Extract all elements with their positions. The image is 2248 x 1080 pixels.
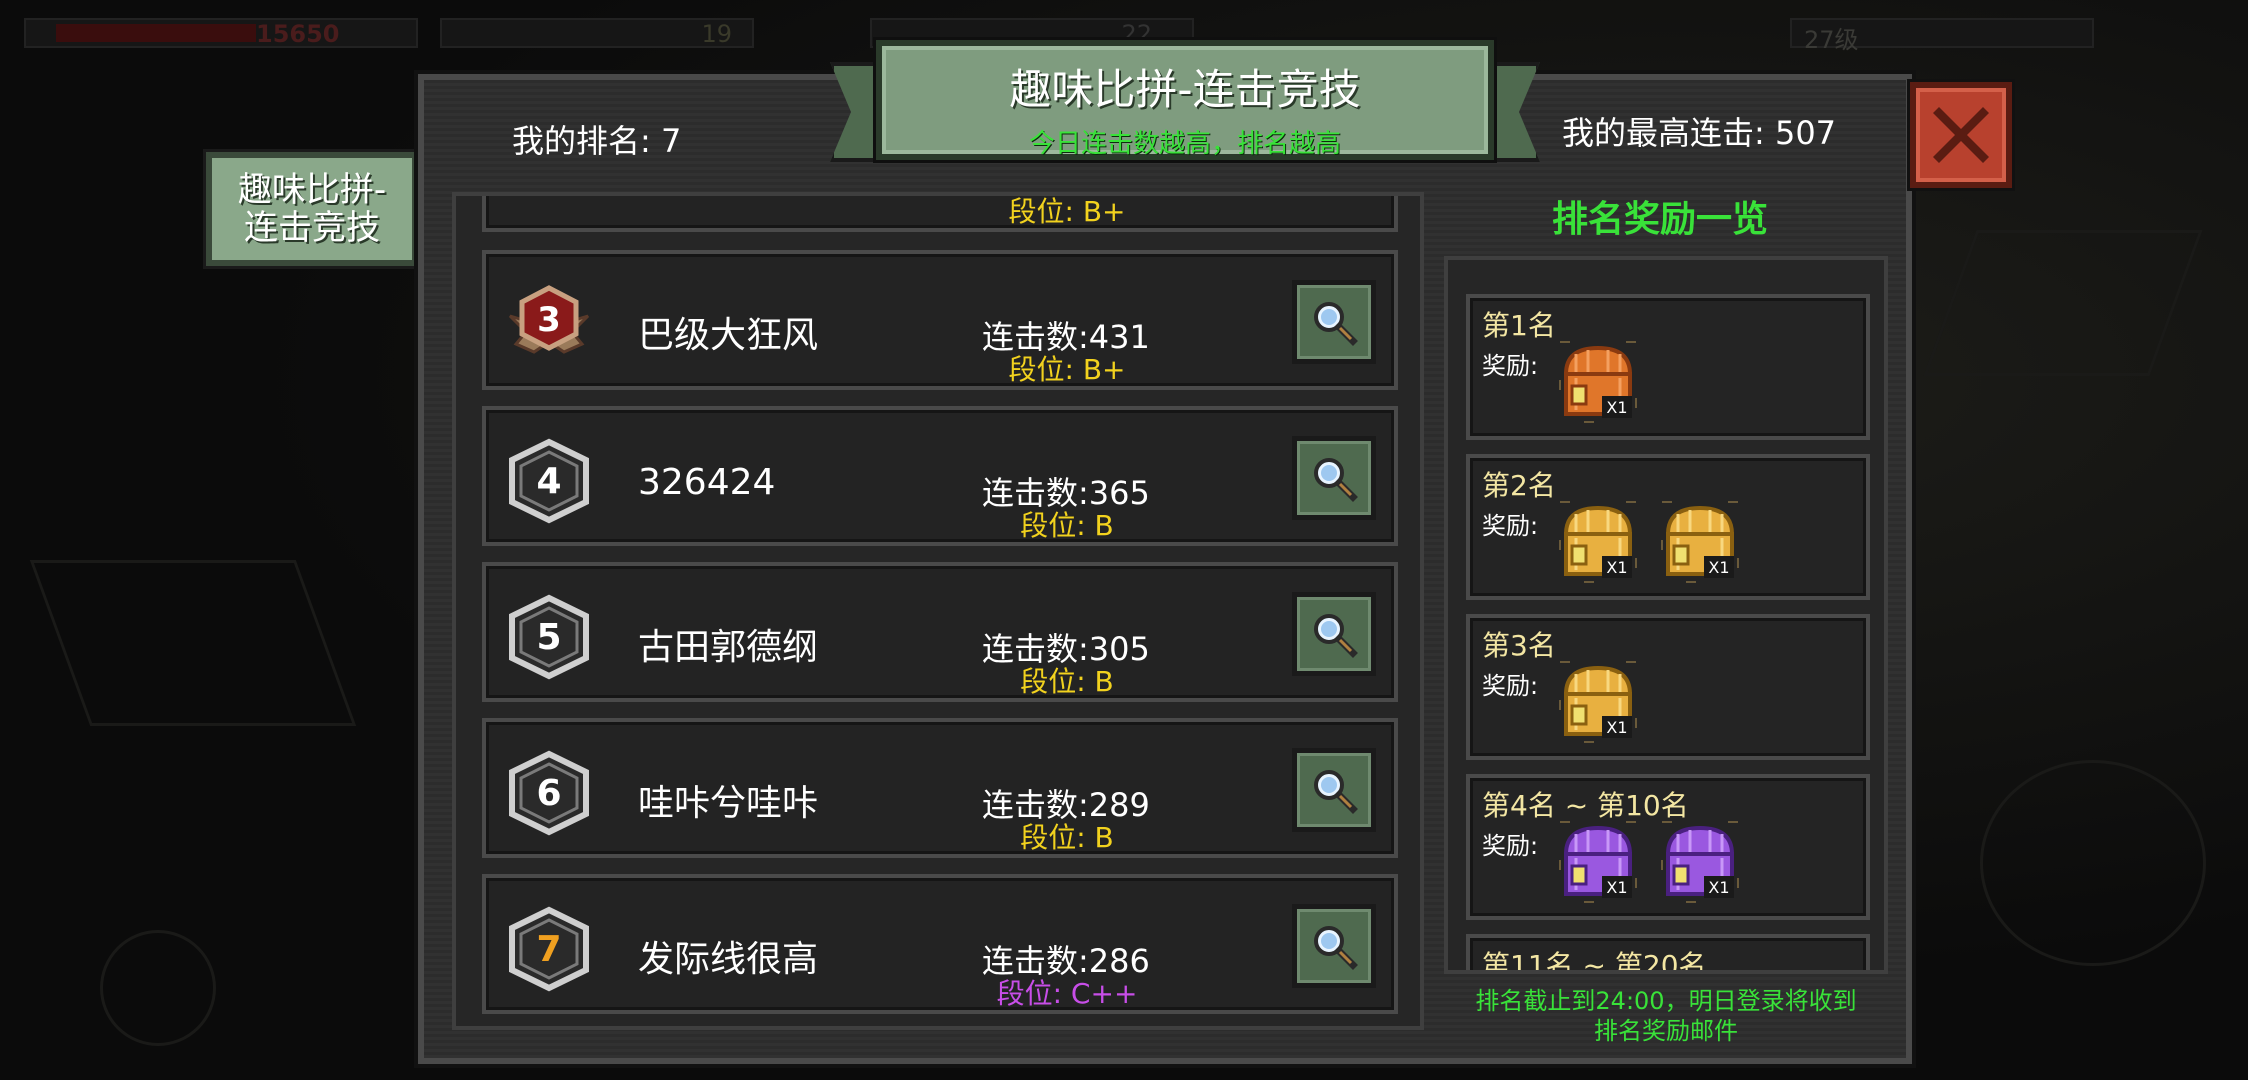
bg-object — [1980, 760, 2206, 966]
magnifier-icon — [1314, 458, 1358, 502]
player-name: 巴级大狂风 — [638, 315, 819, 356]
reward-tier: 第2名奖励: X1 X1 — [1466, 454, 1870, 600]
row-tier: 段位: B — [1020, 821, 1114, 854]
reward-rank-range: 第11名 ~ 第20名 — [1482, 949, 1707, 974]
my-best-combo: 我的最高连击: 507 — [1562, 114, 1837, 152]
magnifier-icon — [1314, 302, 1358, 346]
reward-rank-range: 第3名 — [1482, 629, 1556, 662]
level-bar: 27级 — [1790, 18, 2094, 54]
view-player-button[interactable] — [1292, 904, 1376, 988]
orange-chest-icon[interactable]: X1 — [1556, 338, 1640, 426]
bg-joystick — [100, 930, 216, 1046]
chest-count: X1 — [1606, 878, 1627, 897]
close-button[interactable] — [1910, 82, 2012, 188]
page-subtitle: 今日连击数越高，排名越高 — [1028, 129, 1341, 159]
table-row: 4 326424 连击数:365 段位: B — [482, 406, 1398, 546]
gold-chest-icon[interactable]: X1 — [1556, 498, 1640, 586]
view-player-button[interactable] — [1292, 748, 1376, 832]
hud-stat-a: 19 — [440, 18, 754, 48]
title-banner: 趣味比拼-连击竞技 今日连击数越高，排名越高 — [830, 40, 1540, 170]
reward-label: 奖励: — [1482, 352, 1539, 380]
magnifier-icon — [1314, 926, 1358, 970]
rank-number: 3 — [537, 300, 561, 340]
magnifier-icon — [1314, 614, 1358, 658]
rewards-list[interactable]: 第1名 奖励: X1 第2名 奖励: X1 X1 第3名 奖励: X1 第4名 … — [1444, 256, 1888, 974]
table-row-partial: 段位: B+ — [482, 195, 1398, 232]
purple-chest-icon[interactable]: X1 — [1658, 818, 1742, 906]
chest-count: X1 — [1708, 878, 1729, 897]
row-tier: 段位: B+ — [1008, 195, 1126, 228]
hp-value: 15650 — [256, 20, 340, 48]
player-name: 326424 — [638, 462, 776, 503]
magnifier-icon — [1314, 770, 1358, 814]
row-tier: 段位: C++ — [996, 977, 1138, 1010]
rewards-note: 排名截止到24:00，明日登录将收到 排名奖励邮件 — [1444, 986, 1888, 1046]
hp-bar-fill — [56, 24, 256, 42]
hp-bar: 15650 — [24, 18, 418, 48]
reward-rank-range: 第2名 — [1482, 469, 1556, 502]
side-tab-combo-contest[interactable]: 趣味比拼- 连击竞技 — [206, 152, 418, 266]
side-tab-label: 趣味比拼- 连击竞技 — [237, 170, 387, 248]
row-tier: 段位: B+ — [1008, 353, 1126, 386]
reward-label: 奖励: — [1482, 512, 1539, 540]
level-value: 27级 — [1804, 26, 1859, 54]
rewards-note-text: 排名截止到24:00，明日登录将收到 排名奖励邮件 — [1475, 987, 1857, 1045]
view-player-button[interactable] — [1292, 280, 1376, 364]
rank-hex-badge-icon: 5 — [509, 594, 589, 680]
ranking-list[interactable]: 段位: B+ 3 巴级大狂风 连击数:431 段位: B+ 4 326424 连… — [452, 192, 1424, 1030]
player-name: 发际线很高 — [638, 939, 819, 980]
rank-number: 6 — [536, 773, 561, 814]
rank-number: 5 — [536, 617, 561, 658]
chest-count: X1 — [1606, 718, 1627, 737]
view-player-button[interactable] — [1292, 436, 1376, 520]
purple-chest-icon[interactable]: X1 — [1556, 818, 1640, 906]
row-tier: 段位: B — [1020, 509, 1114, 542]
reward-rank-range: 第1名 — [1482, 309, 1556, 342]
chest-count: X1 — [1606, 398, 1627, 417]
close-icon — [1933, 107, 1989, 163]
reward-label: 奖励: — [1482, 672, 1539, 700]
table-row: 3 巴级大狂风 连击数:431 段位: B+ — [482, 250, 1398, 390]
view-player-button[interactable] — [1292, 592, 1376, 676]
chest-count: X1 — [1606, 558, 1627, 577]
rank-hex-badge-icon: 4 — [509, 438, 589, 524]
table-row: 6 哇咔兮哇咔 连击数:289 段位: B — [482, 718, 1398, 858]
chest-count: X1 — [1708, 558, 1729, 577]
table-row: 7 发际线很高 连击数:286 段位: C++ — [482, 874, 1398, 1014]
player-name: 哇咔兮哇咔 — [638, 783, 819, 824]
rank-number: 7 — [536, 929, 561, 970]
hud-stat-a-value: 19 — [701, 20, 732, 48]
rank-3-medal-icon: 3 — [508, 285, 590, 354]
reward-tier: 第3名奖励: X1 — [1466, 614, 1870, 760]
table-row: 5 古田郭德纲 连击数:305 段位: B — [482, 562, 1398, 702]
page-title: 趣味比拼-连击竞技 — [1009, 65, 1361, 114]
reward-tier: 第4名 ~ 第10名 奖励: X1 X1 — [1466, 774, 1870, 920]
banner-plate: 趣味比拼-连击竞技 今日连击数越高，排名越高 — [876, 40, 1494, 160]
rank-hex-badge-icon: 6 — [509, 750, 589, 836]
player-name: 古田郭德纲 — [638, 627, 819, 668]
gold-chest-icon[interactable]: X1 — [1556, 658, 1640, 746]
reward-label: 奖励: — [1482, 832, 1539, 860]
gold-chest-icon[interactable]: X1 — [1658, 498, 1742, 586]
row-tier: 段位: B — [1020, 665, 1114, 698]
reward-tier: 第11名 ~ 第20名 — [1466, 934, 1870, 974]
reward-tier: 第1名奖励: X1 — [1466, 294, 1870, 440]
my-rank: 我的排名: 7 — [512, 122, 682, 160]
rank-hex-badge-icon: 7 — [509, 906, 589, 992]
rank-number: 4 — [536, 461, 561, 502]
rewards-title: 排名奖励一览 — [1552, 199, 1769, 240]
